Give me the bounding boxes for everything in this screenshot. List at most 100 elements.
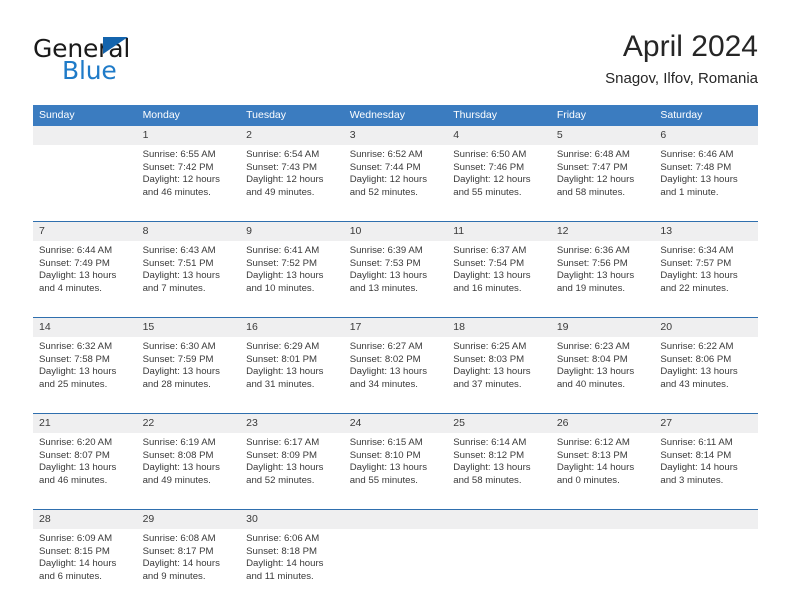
day-number-cell[interactable]: 29 bbox=[136, 509, 241, 529]
day-cell[interactable]: Sunrise: 6:52 AM Sunset: 7:44 PM Daylight:… bbox=[343, 145, 448, 222]
week-daynumber-row: 7 8 9 10 11 12 13 bbox=[33, 221, 758, 241]
day-number-cell[interactable]: 26 bbox=[550, 413, 655, 433]
day-cell[interactable]: Sunrise: 6:17 AM Sunset: 8:09 PM Daylight:… bbox=[240, 433, 344, 510]
sunrise-text: Sunrise: 6:48 AM bbox=[556, 149, 630, 160]
day-number-cell[interactable]: 6 bbox=[654, 126, 758, 145]
day-number-cell[interactable]: 27 bbox=[654, 413, 758, 433]
day-number-cell[interactable]: 25 bbox=[447, 413, 551, 433]
general-blue-logo: General Blue bbox=[33, 34, 263, 90]
day-cell[interactable]: Sunrise: 6:14 AM Sunset: 8:12 PM Daylight:… bbox=[447, 433, 551, 510]
daylight-text-line2: and 10 minutes. bbox=[246, 282, 315, 294]
daylight-text-line1: Daylight: 14 hours bbox=[660, 462, 738, 474]
day-cell[interactable]: Sunrise: 6:48 AM Sunset: 7:47 PM Daylight:… bbox=[550, 145, 655, 222]
daylight-text-line2: and 55 minutes. bbox=[349, 474, 418, 486]
daylight-text-line2: and 58 minutes. bbox=[453, 474, 522, 486]
day-number-cell[interactable]: 12 bbox=[550, 221, 655, 241]
daylight-text-line2: and 16 minutes. bbox=[453, 282, 522, 294]
daylight-text-line1: Daylight: 13 hours bbox=[39, 462, 117, 474]
day-cell[interactable]: Sunrise: 6:32 AM Sunset: 7:58 PM Daylight:… bbox=[33, 337, 137, 414]
day-number-cell[interactable]: 3 bbox=[343, 126, 448, 145]
daylight-text-line2: and 43 minutes. bbox=[660, 378, 729, 390]
day-number-cell[interactable]: 17 bbox=[343, 317, 448, 337]
day-number-cell[interactable]: 8 bbox=[136, 221, 241, 241]
sunrise-text: Sunrise: 6:37 AM bbox=[453, 245, 527, 256]
day-number-cell[interactable]: 30 bbox=[240, 509, 344, 529]
day-cell[interactable]: Sunrise: 6:11 AM Sunset: 8:14 PM Daylight:… bbox=[654, 433, 758, 510]
day-number-cell[interactable]: 11 bbox=[447, 221, 551, 241]
sunset-text: Sunset: 8:10 PM bbox=[349, 449, 421, 461]
day-number-cell[interactable]: 20 bbox=[654, 317, 758, 337]
sunset-text: Sunset: 7:58 PM bbox=[39, 353, 110, 365]
daylight-text-line1: Daylight: 12 hours bbox=[142, 174, 220, 186]
day-number-cell[interactable]: 22 bbox=[136, 413, 241, 433]
day-number-cell[interactable]: 28 bbox=[33, 509, 137, 529]
day-number-cell-empty bbox=[550, 509, 655, 529]
sunrise-text: Sunrise: 6:34 AM bbox=[660, 245, 734, 256]
daylight-text-line1: Daylight: 13 hours bbox=[556, 366, 635, 378]
day-number-cell[interactable]: 9 bbox=[240, 221, 344, 241]
day-cell[interactable]: Sunrise: 6:39 AM Sunset: 7:53 PM Daylight:… bbox=[343, 241, 448, 318]
day-number-cell[interactable]: 14 bbox=[33, 317, 137, 337]
day-number-cell[interactable]: 10 bbox=[343, 221, 448, 241]
day-number-cell[interactable]: 23 bbox=[240, 413, 344, 433]
sunrise-text: Sunrise: 6:25 AM bbox=[453, 341, 527, 352]
day-number-cell[interactable]: 4 bbox=[447, 126, 551, 145]
day-cell[interactable]: Sunrise: 6:22 AM Sunset: 8:06 PM Daylight:… bbox=[654, 337, 758, 414]
day-cell[interactable]: Sunrise: 6:46 AM Sunset: 7:48 PM Daylight:… bbox=[654, 145, 758, 222]
sunset-text: Sunset: 7:53 PM bbox=[349, 257, 421, 269]
sunrise-text: Sunrise: 6:14 AM bbox=[453, 437, 527, 448]
daylight-text-line2: and 49 minutes. bbox=[142, 474, 211, 486]
daylight-text-line2: and 55 minutes. bbox=[453, 186, 522, 198]
day-cell[interactable]: Sunrise: 6:06 AM Sunset: 8:18 PM Daylight:… bbox=[240, 529, 344, 605]
day-number-cell[interactable]: 5 bbox=[550, 126, 655, 145]
day-number-cell[interactable]: 21 bbox=[33, 413, 137, 433]
day-number-cell[interactable]: 19 bbox=[550, 317, 655, 337]
day-cell[interactable]: Sunrise: 6:29 AM Sunset: 8:01 PM Daylight:… bbox=[240, 337, 344, 414]
sunset-text: Sunset: 8:07 PM bbox=[39, 449, 110, 461]
day-cell[interactable]: Sunrise: 6:20 AM Sunset: 8:07 PM Daylight:… bbox=[33, 433, 137, 510]
day-cell[interactable]: Sunrise: 6:27 AM Sunset: 8:02 PM Daylight:… bbox=[343, 337, 448, 414]
daylight-text-line2: and 25 minutes. bbox=[39, 378, 108, 390]
day-number-cell[interactable]: 2 bbox=[240, 126, 344, 145]
day-number-cell[interactable]: 13 bbox=[654, 221, 758, 241]
day-cell[interactable]: Sunrise: 6:50 AM Sunset: 7:46 PM Daylight:… bbox=[447, 145, 551, 222]
day-number-cell[interactable]: 7 bbox=[33, 221, 137, 241]
daylight-text-line2: and 49 minutes. bbox=[246, 186, 315, 198]
day-number-cell[interactable]: 16 bbox=[240, 317, 344, 337]
day-cell[interactable]: Sunrise: 6:55 AM Sunset: 7:42 PM Daylight:… bbox=[136, 145, 241, 222]
day-cell-empty bbox=[33, 145, 137, 222]
daylight-text-line1: Daylight: 14 hours bbox=[246, 558, 324, 570]
sunrise-text: Sunrise: 6:52 AM bbox=[349, 149, 423, 160]
calendar-header-row: Sunday Monday Tuesday Wednesday Thursday… bbox=[33, 105, 758, 126]
day-number-cell[interactable]: 18 bbox=[447, 317, 551, 337]
day-number-cell[interactable]: 24 bbox=[343, 413, 448, 433]
day-cell-empty bbox=[550, 529, 655, 605]
day-cell[interactable]: Sunrise: 6:36 AM Sunset: 7:56 PM Daylight:… bbox=[550, 241, 655, 318]
daylight-text-line1: Daylight: 13 hours bbox=[246, 270, 324, 282]
day-cell[interactable]: Sunrise: 6:30 AM Sunset: 7:59 PM Daylight:… bbox=[136, 337, 241, 414]
sunset-text: Sunset: 7:46 PM bbox=[453, 161, 525, 173]
day-cell[interactable]: Sunrise: 6:15 AM Sunset: 8:10 PM Daylight:… bbox=[343, 433, 448, 510]
day-number-cell[interactable]: 15 bbox=[136, 317, 241, 337]
day-cell[interactable]: Sunrise: 6:34 AM Sunset: 7:57 PM Daylight:… bbox=[654, 241, 758, 318]
day-number-cell[interactable]: 1 bbox=[136, 126, 241, 145]
day-cell[interactable]: Sunrise: 6:08 AM Sunset: 8:17 PM Daylight:… bbox=[136, 529, 241, 605]
sunset-text: Sunset: 8:17 PM bbox=[142, 545, 214, 557]
day-cell[interactable]: Sunrise: 6:41 AM Sunset: 7:52 PM Daylight:… bbox=[240, 241, 344, 318]
day-cell[interactable]: Sunrise: 6:25 AM Sunset: 8:03 PM Daylight:… bbox=[447, 337, 551, 414]
day-cell[interactable]: Sunrise: 6:09 AM Sunset: 8:15 PM Daylight:… bbox=[33, 529, 137, 605]
day-cell[interactable]: Sunrise: 6:19 AM Sunset: 8:08 PM Daylight:… bbox=[136, 433, 241, 510]
daylight-text-line1: Daylight: 13 hours bbox=[556, 270, 635, 282]
day-cell[interactable]: Sunrise: 6:37 AM Sunset: 7:54 PM Daylight:… bbox=[447, 241, 551, 318]
day-cell[interactable]: Sunrise: 6:12 AM Sunset: 8:13 PM Daylight:… bbox=[550, 433, 655, 510]
daylight-text-line1: Daylight: 12 hours bbox=[246, 174, 324, 186]
sunrise-text: Sunrise: 6:19 AM bbox=[142, 437, 216, 448]
sunset-text: Sunset: 7:56 PM bbox=[556, 257, 628, 269]
day-cell[interactable]: Sunrise: 6:43 AM Sunset: 7:51 PM Daylight:… bbox=[136, 241, 241, 318]
sunrise-text: Sunrise: 6:06 AM bbox=[246, 533, 320, 544]
day-cell[interactable]: Sunrise: 6:44 AM Sunset: 7:49 PM Daylight:… bbox=[33, 241, 137, 318]
sunrise-text: Sunrise: 6:55 AM bbox=[142, 149, 216, 160]
day-cell[interactable]: Sunrise: 6:54 AM Sunset: 7:43 PM Daylight:… bbox=[240, 145, 344, 222]
day-cell[interactable]: Sunrise: 6:23 AM Sunset: 8:04 PM Daylight:… bbox=[550, 337, 655, 414]
weekday-header-friday: Friday bbox=[550, 105, 655, 126]
